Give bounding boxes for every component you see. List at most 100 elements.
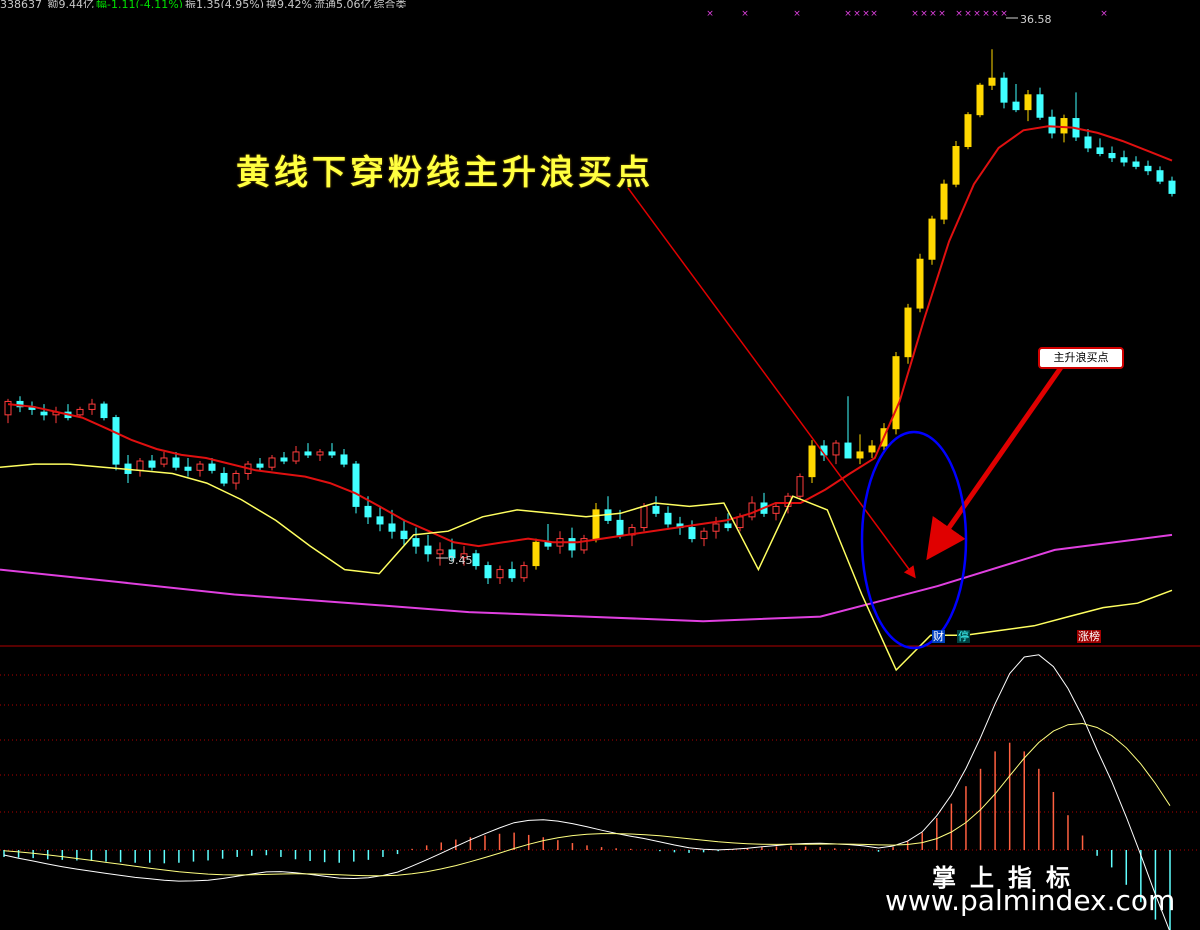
header-field: 换9.42% <box>266 0 312 8</box>
candle-body <box>1096 147 1104 154</box>
headline-annotation: 黄线下穿粉线主升浪买点 <box>236 153 654 193</box>
candle-body <box>796 476 804 497</box>
gainer-list-badge[interactable]: 涨榜 <box>1077 630 1101 643</box>
candle-body <box>88 403 96 410</box>
candle-body <box>772 505 780 514</box>
candle-body <box>148 460 156 468</box>
candle-body <box>160 457 168 465</box>
candle-body <box>340 454 348 465</box>
candle-body <box>436 549 444 555</box>
candle-body <box>700 530 708 540</box>
candle-body <box>268 457 276 468</box>
candle-body <box>712 523 720 532</box>
quote-header: 338637 额9.44亿 幅-1.11(-4.11%) 振1.35(4.95%) 换… <box>0 0 408 8</box>
candle-body <box>388 523 396 532</box>
candle-body <box>196 463 204 471</box>
candle-body <box>1012 101 1020 111</box>
header-field: 综合类 <box>373 0 407 8</box>
watermark-url: www.palmindex.com <box>885 884 1176 917</box>
candle-body <box>736 516 744 529</box>
candle-body <box>1132 161 1140 167</box>
signal-x-marker: × <box>853 9 861 19</box>
candle-body <box>280 457 288 462</box>
signal-x-marker: × <box>741 9 749 19</box>
signal-x-marker: × <box>920 9 928 19</box>
candle-body <box>496 569 504 579</box>
candle-body <box>592 509 600 540</box>
candle-body <box>928 218 936 260</box>
candle-body <box>376 516 384 525</box>
candle-body <box>688 527 696 540</box>
candle-body <box>484 565 492 579</box>
candle-body <box>136 460 144 471</box>
candle-body <box>856 451 864 459</box>
candle-body <box>232 472 240 484</box>
candle-body <box>256 463 264 468</box>
header-field: 额9.44亿 <box>47 0 95 8</box>
signal-x-marker: × <box>991 9 999 19</box>
signal-x-marker: × <box>973 9 981 19</box>
candle-body <box>808 445 816 478</box>
candle-body <box>508 569 516 579</box>
candle-body <box>1084 136 1092 149</box>
candle-body <box>412 538 420 547</box>
candle-body <box>616 519 624 536</box>
candle-body <box>184 466 192 471</box>
candle-body <box>316 451 324 456</box>
candle-body <box>40 411 48 416</box>
candle-body <box>1168 180 1176 194</box>
candle-body <box>748 502 756 518</box>
candle-body <box>964 114 972 148</box>
candle-body <box>988 77 996 86</box>
header-field: 流通5.06亿 <box>313 0 372 8</box>
limit-badge[interactable]: 停 <box>957 630 970 643</box>
header-field: 振1.35(4.95%) <box>184 0 264 8</box>
highlight-ellipse <box>860 430 968 650</box>
candle-body <box>904 307 912 358</box>
candle-body <box>976 84 984 116</box>
candlestick-series <box>4 49 1176 584</box>
signal-x-marker: × <box>964 9 972 19</box>
signal-x-marker: × <box>870 9 878 19</box>
candle-body <box>472 553 480 567</box>
candle-body <box>1024 94 1032 111</box>
candle-body <box>1144 165 1152 172</box>
candle-body <box>892 356 900 430</box>
signal-x-marker: × <box>955 9 963 19</box>
buy-point-callout: 主升浪买点 <box>1038 347 1124 369</box>
stock-code: 338637 <box>0 0 42 8</box>
signal-x-marker: × <box>911 9 919 19</box>
candle-body <box>532 541 540 567</box>
candle-body <box>208 463 216 471</box>
candle-body <box>568 538 576 551</box>
signal-x-marker: × <box>1100 9 1108 19</box>
candle-body <box>1108 152 1116 159</box>
candle-body <box>112 417 120 465</box>
signal-x-marker: × <box>844 9 852 19</box>
high-price-label: 36.58 <box>1020 13 1052 26</box>
candle-body <box>1120 157 1128 163</box>
candle-body <box>952 146 960 185</box>
candle-body <box>76 408 84 416</box>
candle-body <box>916 258 924 309</box>
candle-body <box>1000 77 1008 103</box>
candle-body <box>292 451 300 462</box>
candle-body <box>220 472 228 484</box>
stock-chart: × × × × × × × × × × × × × × × × × × <box>0 9 1200 930</box>
candle-body <box>1036 94 1044 118</box>
candle-body <box>652 505 660 514</box>
candle-body <box>844 442 852 459</box>
signal-x-marker: × <box>793 9 801 19</box>
candle-body <box>400 530 408 540</box>
candle-body <box>832 442 840 456</box>
finance-badge[interactable]: 财 <box>932 630 945 643</box>
candle-body <box>424 545 432 555</box>
candle-body <box>544 541 552 547</box>
signal-x-marker: × <box>929 9 937 19</box>
low-price-label: 9.45 <box>448 554 473 567</box>
callout-arrow <box>926 364 1065 561</box>
candle-body <box>304 451 312 456</box>
candle-body <box>1060 118 1068 134</box>
candle-body <box>328 451 336 456</box>
candle-body <box>520 565 528 579</box>
